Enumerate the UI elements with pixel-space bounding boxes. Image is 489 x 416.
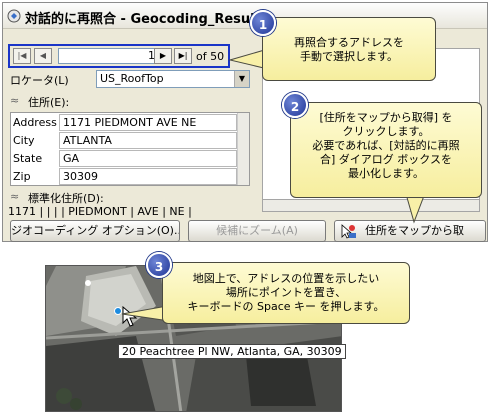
field-label: State xyxy=(13,152,43,165)
pick-address-icon xyxy=(341,224,356,239)
locator-label: ロケータ(L) xyxy=(10,74,69,87)
collapse-icon[interactable]: ≈ xyxy=(10,94,19,107)
zip-value-field[interactable]: 30309 xyxy=(59,168,237,185)
callout-text: 必要であれば、[対話的に再照 xyxy=(312,139,460,152)
zoom-to-candidates-button[interactable]: 候補にズーム(A) xyxy=(188,220,326,242)
callout-text: 地図上で、アドレスの位置を示したい xyxy=(192,272,380,285)
field-label: City xyxy=(13,134,35,147)
callout-text: クリックします。 xyxy=(342,125,430,138)
field-label: Address xyxy=(13,116,57,129)
callout-text: 最小化します。 xyxy=(348,167,424,180)
step-number-badge: 1 xyxy=(250,10,276,36)
collapse-icon[interactable]: ≈ xyxy=(10,190,19,203)
address-section-label: 住所(E): xyxy=(28,96,70,109)
candidates-scrollbar[interactable] xyxy=(262,199,480,212)
geocoding-options-button[interactable]: ジオコーディング オプション(O)... xyxy=(10,220,180,242)
callout-text: 場所にポイントを置き、 xyxy=(225,286,347,299)
window-title: 対話的に再照合 - Geocoding_Resul xyxy=(25,12,255,27)
callout-text: キーボードの Space キー を押します。 xyxy=(187,300,385,313)
state-value-field[interactable]: GA xyxy=(59,150,237,167)
record-number-input[interactable]: 1 xyxy=(58,48,160,64)
rematch-app-icon xyxy=(7,9,21,23)
last-record-button[interactable]: ▶| xyxy=(174,48,192,64)
address-value-field[interactable]: 1171 PIEDMONT AVE NE xyxy=(59,114,237,131)
callout-2: [住所をマップから取得] を クリックします。 必要であれば、[対話的に再照 合… xyxy=(290,102,482,198)
callout-1: 再照合するアドレスを 手動で選択します。 xyxy=(262,17,436,81)
record-navigator: |◀ ◀ 1 ▶ ▶| of 50 xyxy=(8,44,230,68)
pick-address-label: 住所をマップから取 xyxy=(365,224,464,237)
address-fields-table: Address 1171 PIEDMONT AVE NE City ATLANT… xyxy=(10,112,250,186)
field-label: Zip xyxy=(13,170,31,183)
callout-text: 合] ダイアログ ボックスを xyxy=(320,153,452,166)
standardized-address-value: 1171 | | | | PIEDMONT | AVE | NE | xyxy=(8,205,192,218)
map-address-label: 20 Peachtree Pl NW, Atlanta, GA, 30309 xyxy=(118,344,346,359)
previous-record-button[interactable]: ◀ xyxy=(34,48,52,64)
callout-text: [住所をマップから取得] を xyxy=(319,111,453,124)
step-number-badge: 2 xyxy=(282,92,308,118)
next-record-button[interactable]: ▶ xyxy=(154,48,172,64)
first-record-button[interactable]: |◀ xyxy=(13,48,31,64)
city-value-field[interactable]: ATLANTA xyxy=(59,132,237,149)
locator-dropdown[interactable]: US_RoofTop xyxy=(96,70,250,88)
callout-text: 手動で選択します。 xyxy=(300,50,398,63)
fields-scrollbar[interactable] xyxy=(237,113,249,185)
record-count-label: of 50 xyxy=(196,50,225,63)
step-number-badge: 3 xyxy=(146,252,172,278)
standardized-section-label: 標準化住所(D): xyxy=(28,192,104,205)
callout-3: 地図上で、アドレスの位置を示したい 場所にポイントを置き、 キーボードの Spa… xyxy=(162,262,410,324)
callout-text: 再照合するアドレスを xyxy=(294,36,404,49)
